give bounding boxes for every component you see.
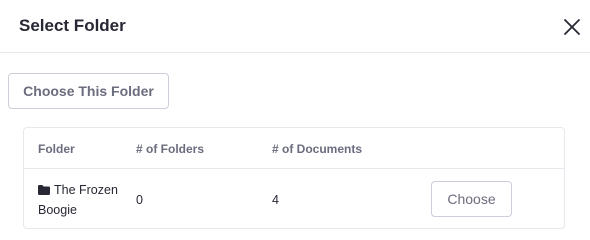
column-header-folder: Folder xyxy=(38,142,75,156)
close-button[interactable] xyxy=(561,16,583,38)
folder-icon xyxy=(38,182,50,201)
choose-this-folder-button[interactable]: Choose This Folder xyxy=(8,73,169,109)
folder-count: 0 xyxy=(136,193,143,207)
column-header-folder-count: # of Folders xyxy=(136,142,205,156)
document-count: 4 xyxy=(272,193,279,207)
modal-title: Select Folder xyxy=(19,16,126,35)
folder-name-cell: The Frozen Boogie xyxy=(38,181,128,220)
column-header-document-count: # of Documents xyxy=(272,142,363,156)
table-row: The Frozen Boogie 0 4 Choose xyxy=(24,169,564,228)
modal-header: Select Folder xyxy=(0,0,590,53)
choose-button[interactable]: Choose xyxy=(431,181,512,217)
close-icon xyxy=(561,16,583,38)
folders-table: Folder # of Folders # of Documents The F… xyxy=(23,127,565,229)
table-header: Folder # of Folders # of Documents xyxy=(24,128,564,169)
